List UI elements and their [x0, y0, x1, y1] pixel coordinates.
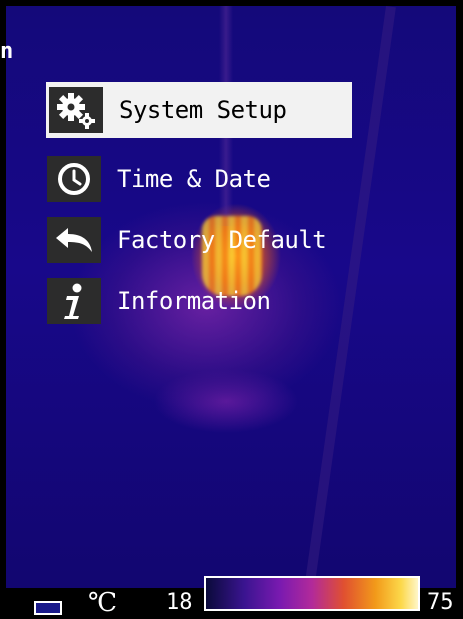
menu-item-factory-default[interactable]: Factory Default [46, 212, 352, 268]
menu-item-information[interactable]: Information [46, 273, 352, 329]
menu-label-information: Information [117, 287, 271, 315]
color-palette-bar [204, 576, 420, 611]
temperature-unit: ℃ [88, 588, 118, 618]
clock-icon [47, 156, 101, 202]
undo-arrow-icon [47, 217, 101, 263]
range-max-label: 75 [427, 590, 454, 615]
menu-label-system-setup: System Setup [119, 96, 287, 124]
battery-icon [34, 601, 62, 615]
gears-icon [49, 87, 103, 133]
thermal-camera-screen: n System Setup Time & Date Factory Defau… [0, 0, 463, 619]
range-min-label: 18 [166, 590, 193, 615]
menu-item-system-setup[interactable]: System Setup [46, 82, 352, 138]
info-icon [47, 278, 101, 324]
menu-item-time-date[interactable]: Time & Date [46, 151, 352, 207]
corner-glyph: n [0, 39, 14, 64]
menu-label-time-date: Time & Date [117, 165, 271, 193]
menu-label-factory-default: Factory Default [117, 226, 327, 254]
